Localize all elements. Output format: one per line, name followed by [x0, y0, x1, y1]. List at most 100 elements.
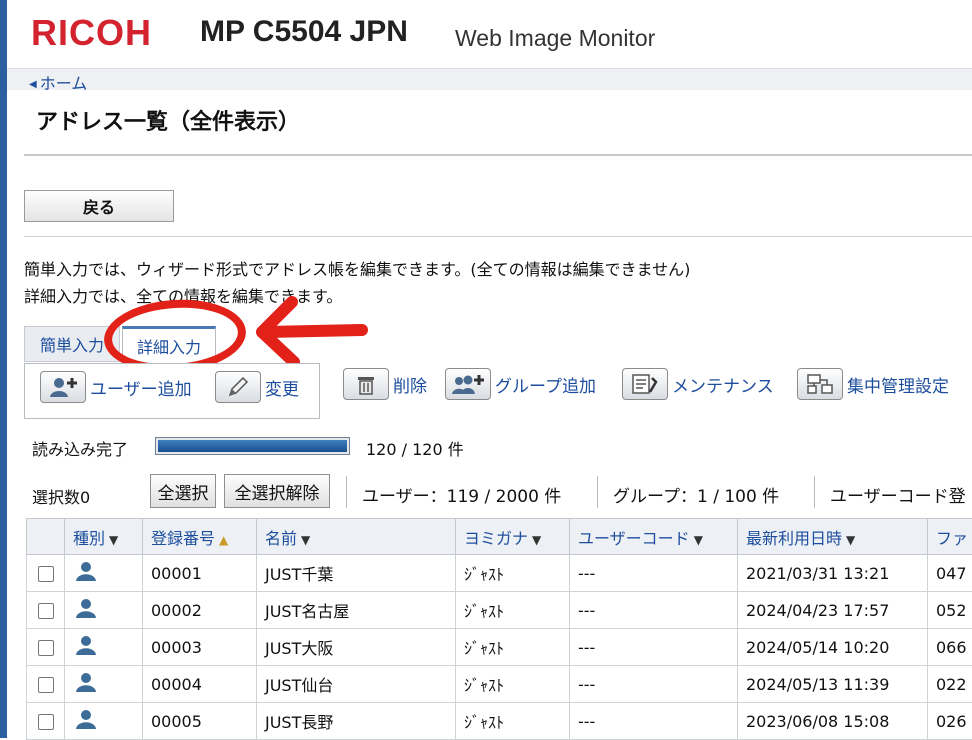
column-header-kana[interactable]: ヨミガナ ▼	[456, 519, 570, 555]
name-cell: JUST長野	[257, 703, 456, 740]
delete-button[interactable]: 削除	[343, 368, 427, 400]
network-icon	[797, 368, 843, 400]
loading-progress-bar	[155, 437, 350, 455]
app-header: RICOH MP C5504 JPN Web Image Monitor	[7, 0, 972, 68]
usercode-count-stat: ユーザーコード登	[830, 482, 966, 507]
home-link[interactable]: ◀ホーム	[29, 70, 87, 94]
user-icon	[73, 634, 99, 656]
kana-cell: ｼﾞｬｽﾄ	[456, 666, 570, 703]
fax-cell: 022	[928, 666, 972, 703]
row-checkbox[interactable]	[38, 566, 54, 582]
loading-progress-fill	[158, 440, 347, 452]
add-user-icon	[40, 371, 86, 403]
left-accent-bar	[0, 0, 7, 738]
left-triangle-icon: ◀	[29, 79, 37, 90]
number-cell: 00005	[143, 703, 257, 740]
name-cell: JUST大阪	[257, 629, 456, 666]
user-icon	[73, 560, 99, 582]
row-checkbox[interactable]	[38, 640, 54, 656]
fax-cell: 026	[928, 703, 972, 740]
title-divider	[24, 154, 972, 156]
add-group-button[interactable]: グループ追加	[445, 368, 596, 400]
table-row[interactable]: 00003 JUST大阪 ｼﾞｬｽﾄ --- 2024/05/14 10:20 …	[27, 629, 972, 666]
stat-separator	[346, 476, 347, 508]
device-model: MP C5504 JPN	[200, 15, 408, 49]
maintenance-button[interactable]: メンテナンス	[622, 368, 774, 400]
column-header-label: ヨミガナ	[464, 529, 528, 548]
row-checkbox[interactable]	[38, 714, 54, 730]
sort-down-icon: ▼	[846, 533, 855, 547]
row-checkbox-cell	[27, 592, 65, 629]
row-checkbox-cell	[27, 555, 65, 592]
sort-down-icon: ▼	[532, 533, 541, 547]
sort-up-icon: ▲	[219, 533, 228, 547]
number-cell: 00002	[143, 592, 257, 629]
table-header-row: 種別 ▼ 登録番号 ▲ 名前▼ ヨミガナ ▼ ユーザーコード ▼ 最新利用日時▼ ファ	[27, 519, 972, 555]
usercode-cell: ---	[570, 629, 738, 666]
stat-separator	[814, 476, 815, 508]
loading-status-label: 読み込み完了	[32, 436, 128, 460]
add-user-label: ユーザー追加	[90, 375, 192, 400]
column-header-label: ユーザーコード	[578, 529, 690, 548]
number-cell: 00003	[143, 629, 257, 666]
maintenance-icon	[622, 368, 668, 400]
user-icon	[73, 671, 99, 693]
deselect-all-button[interactable]: 全選択解除	[224, 474, 330, 508]
table-row[interactable]: 00001 JUST千葉 ｼﾞｬｽﾄ --- 2021/03/31 13:21 …	[27, 555, 972, 592]
header-checkbox-cell	[27, 519, 65, 555]
central-management-label: 集中管理設定	[847, 372, 949, 397]
loading-count: 120 / 120 件	[366, 436, 464, 460]
delete-label: 削除	[393, 372, 427, 397]
column-header-number[interactable]: 登録番号 ▲	[143, 519, 257, 555]
last-used-cell: 2021/03/31 13:21	[738, 555, 928, 592]
column-header-name[interactable]: 名前▼	[257, 519, 456, 555]
row-checkbox-cell	[27, 666, 65, 703]
group-count-stat: グループ：1 / 100 件	[613, 482, 779, 507]
fax-cell: 066	[928, 629, 972, 666]
table-row[interactable]: 00002 JUST名古屋 ｼﾞｬｽﾄ --- 2024/04/23 17:57…	[27, 592, 972, 629]
home-link-label: ホーム	[40, 74, 88, 93]
change-button[interactable]: 変更	[215, 371, 299, 403]
column-header-label: 種別	[73, 529, 105, 548]
type-cell	[65, 592, 143, 629]
page-title: アドレス一覧（全件表示）	[36, 104, 300, 136]
app-name: Web Image Monitor	[455, 25, 655, 52]
number-cell: 00004	[143, 666, 257, 703]
column-header-type[interactable]: 種別 ▼	[65, 519, 143, 555]
add-user-button[interactable]: ユーザー追加	[40, 371, 192, 403]
row-checkbox[interactable]	[38, 677, 54, 693]
table-row[interactable]: 00005 JUST長野 ｼﾞｬｽﾄ --- 2023/06/08 15:08 …	[27, 703, 972, 740]
row-checkbox-cell	[27, 629, 65, 666]
user-count-stat: ユーザー：119 / 2000 件	[362, 482, 561, 507]
pencil-icon	[215, 371, 261, 403]
section-divider	[24, 236, 972, 237]
add-group-label: グループ追加	[495, 372, 596, 397]
select-all-button[interactable]: 全選択	[150, 474, 216, 508]
sort-down-icon: ▼	[694, 533, 703, 547]
column-header-usercode[interactable]: ユーザーコード ▼	[570, 519, 738, 555]
last-used-cell: 2023/06/08 15:08	[738, 703, 928, 740]
type-cell	[65, 666, 143, 703]
usercode-cell: ---	[570, 666, 738, 703]
column-header-label: 登録番号	[151, 529, 215, 548]
back-button[interactable]: 戻る	[24, 190, 174, 222]
column-header-last-used[interactable]: 最新利用日時▼	[738, 519, 928, 555]
row-checkbox[interactable]	[38, 603, 54, 619]
type-cell	[65, 703, 143, 740]
table-row[interactable]: 00004 JUST仙台 ｼﾞｬｽﾄ --- 2024/05/13 11:39 …	[27, 666, 972, 703]
type-cell	[65, 555, 143, 592]
stat-separator	[597, 476, 598, 508]
last-used-cell: 2024/05/13 11:39	[738, 666, 928, 703]
selection-count: 選択数0	[32, 484, 90, 508]
ricoh-logo: RICOH	[31, 12, 152, 54]
column-header-fax[interactable]: ファ	[928, 519, 972, 555]
kana-cell: ｼﾞｬｽﾄ	[456, 703, 570, 740]
usercode-cell: ---	[570, 592, 738, 629]
central-management-button[interactable]: 集中管理設定	[797, 368, 949, 400]
last-used-cell: 2024/05/14 10:20	[738, 629, 928, 666]
row-checkbox-cell	[27, 703, 65, 740]
kana-cell: ｼﾞｬｽﾄ	[456, 555, 570, 592]
last-used-cell: 2024/04/23 17:57	[738, 592, 928, 629]
sort-down-icon: ▼	[109, 533, 118, 547]
number-cell: 00001	[143, 555, 257, 592]
